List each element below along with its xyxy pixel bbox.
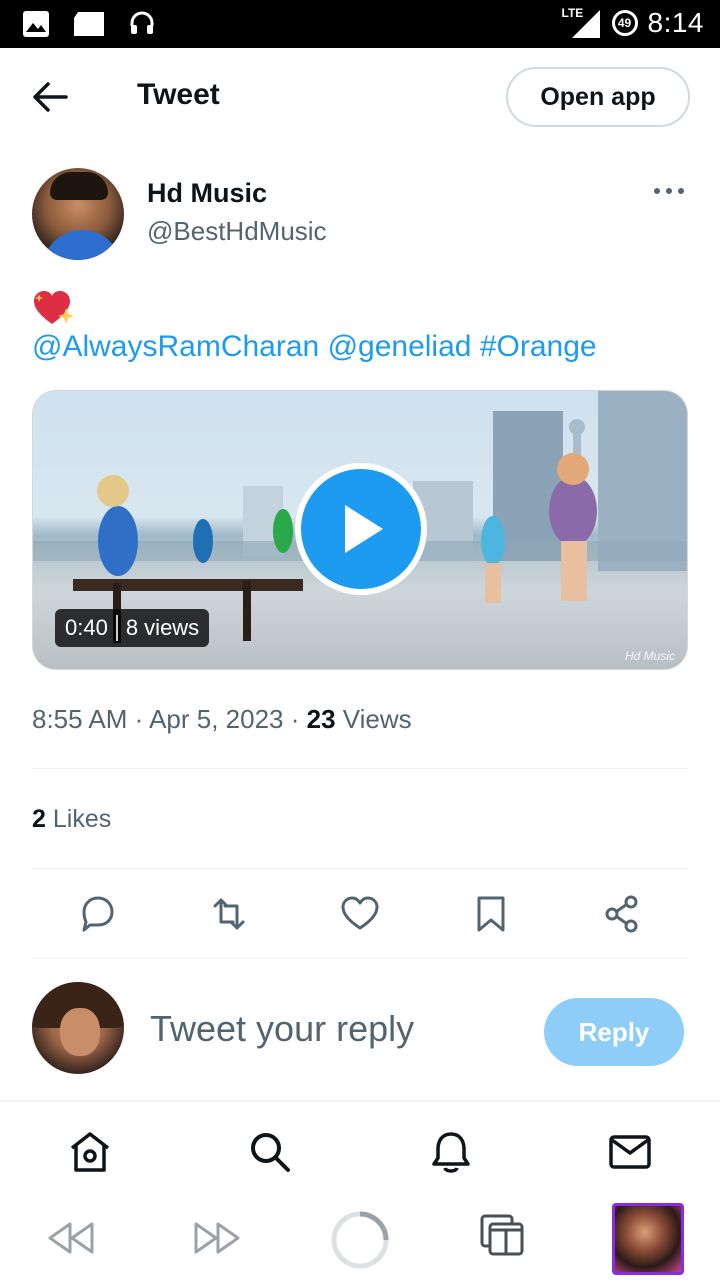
reply-icon[interactable]: [76, 892, 120, 936]
action-bar: [0, 892, 720, 938]
video-views: 8 views: [125, 615, 200, 640]
video-player[interactable]: 0:40 8 views Hd Music: [32, 390, 688, 670]
mention-link[interactable]: @geneliad: [328, 330, 472, 363]
battery-icon: 49: [611, 10, 638, 36]
tweet-date: Apr 5, 2023: [149, 704, 284, 734]
likes-link[interactable]: 2 Likes: [32, 805, 111, 834]
play-icon: [345, 505, 383, 553]
gallery-icon: [23, 11, 49, 37]
status-bar: LTE 49 8:14: [0, 0, 720, 48]
divider: [0, 1100, 720, 1102]
mention-link[interactable]: @AlwaysRamCharan: [32, 330, 319, 363]
back-arrow-icon[interactable]: [30, 80, 70, 114]
author-avatar[interactable]: [32, 168, 124, 260]
reply-button[interactable]: Reply: [544, 998, 684, 1066]
tweet-text: @AlwaysRamCharan @geneliad #Orange: [32, 330, 597, 364]
divider: [32, 958, 688, 959]
divider: [32, 868, 688, 869]
headset-icon: [130, 11, 154, 34]
views-count: 23: [306, 704, 336, 734]
tweet-time: 8:55 AM: [32, 704, 128, 734]
loading-icon[interactable]: [330, 1210, 390, 1270]
reply-input[interactable]: Tweet your reply: [150, 1008, 414, 1050]
rewind-icon[interactable]: [46, 1218, 96, 1258]
video-badge: 0:40 8 views: [55, 609, 210, 647]
search-icon[interactable]: [246, 1128, 294, 1176]
views-label: Views: [342, 704, 412, 734]
messages-icon[interactable]: [606, 1128, 654, 1176]
notifications-icon[interactable]: [427, 1128, 475, 1176]
open-app-button[interactable]: Open app: [506, 67, 690, 127]
tab-thumbnail[interactable]: [612, 1203, 684, 1275]
like-icon[interactable]: [338, 892, 382, 936]
fast-forward-icon[interactable]: [192, 1218, 242, 1258]
bookmark-icon[interactable]: [469, 892, 513, 936]
hashtag-link[interactable]: #Orange: [480, 330, 597, 363]
divider: [32, 768, 688, 769]
video-watermark: Hd Music: [624, 649, 675, 663]
user-avatar[interactable]: [32, 982, 124, 1074]
tweet-meta: 8:55 AM · Apr 5, 2023 · 23 Views: [32, 704, 412, 734]
play-button[interactable]: [295, 463, 427, 595]
author-name[interactable]: Hd Music: [147, 178, 267, 209]
likes-count: 2: [32, 805, 46, 833]
header: Tweet Open app: [0, 48, 720, 146]
tabs-icon[interactable]: [480, 1214, 526, 1258]
clock: 8:14: [647, 7, 704, 38]
share-icon[interactable]: [600, 892, 644, 936]
page-title: Tweet: [137, 78, 220, 111]
likes-label: Likes: [52, 805, 112, 833]
more-options-icon[interactable]: [654, 188, 684, 198]
home-icon[interactable]: [66, 1128, 114, 1176]
author-handle[interactable]: @BestHdMusic: [147, 216, 327, 247]
sparkling-heart-icon: [34, 291, 74, 324]
sd-card-icon: [74, 12, 104, 36]
retweet-icon[interactable]: [207, 892, 251, 936]
video-duration: 0:40: [65, 615, 108, 640]
signal-icon: LTE: [562, 6, 602, 40]
